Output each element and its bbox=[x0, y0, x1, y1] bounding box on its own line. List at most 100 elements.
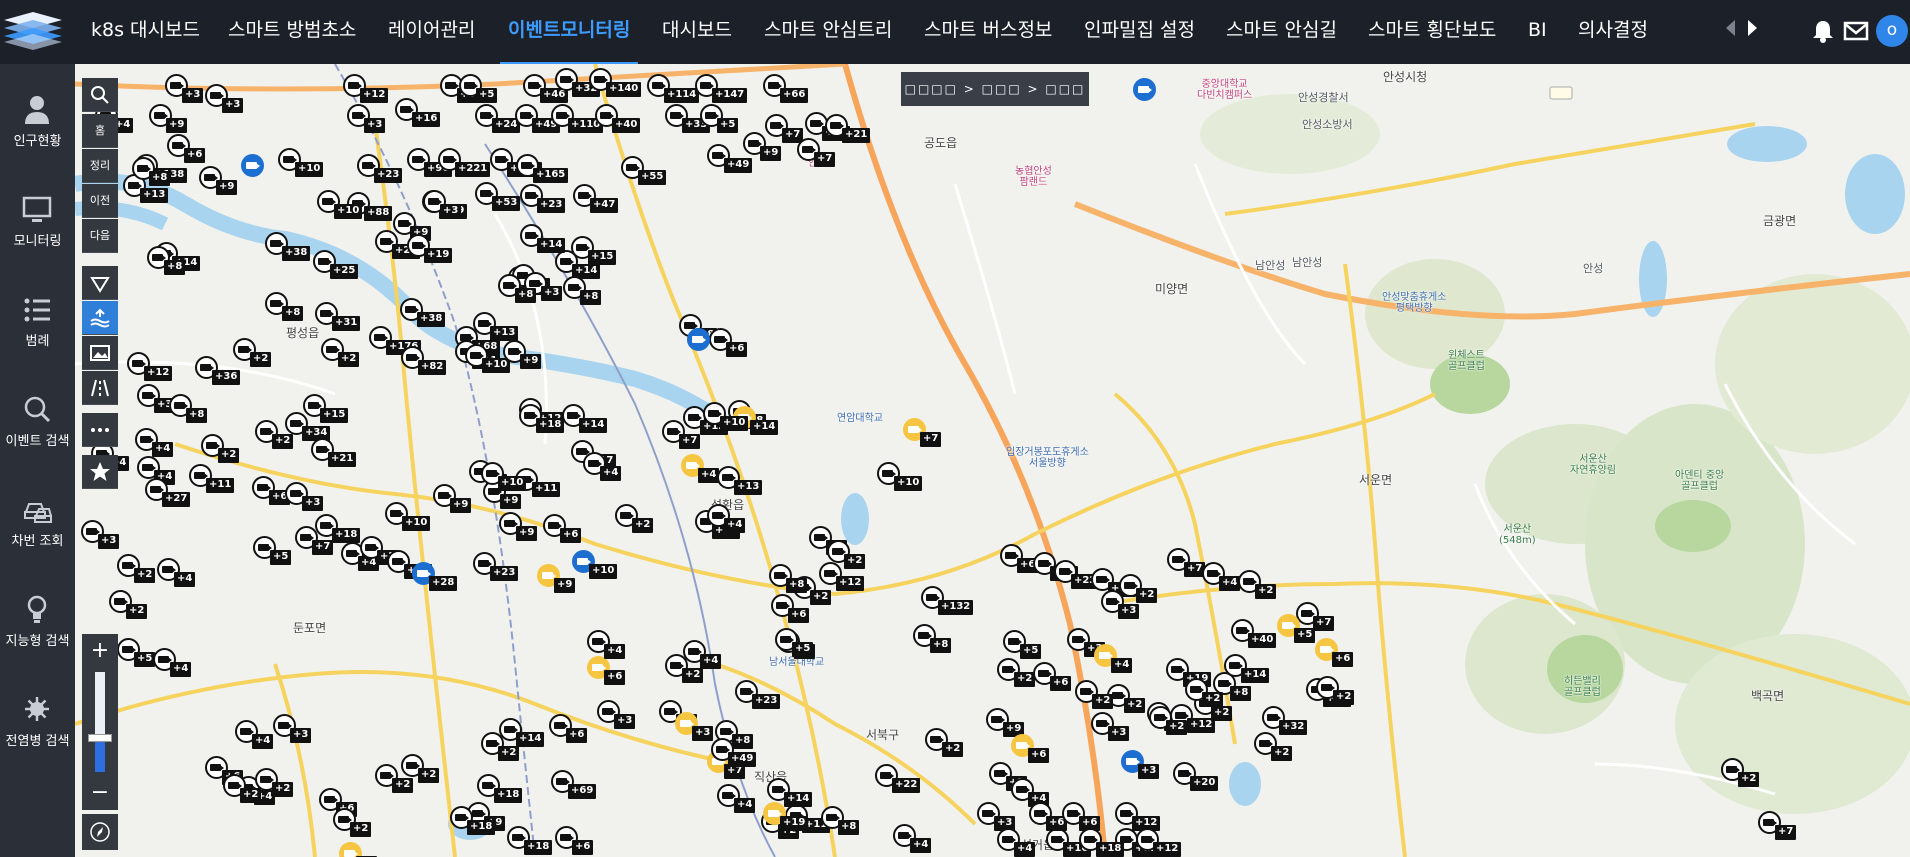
map-prev-button[interactable]: 이전 bbox=[82, 184, 118, 218]
nav-item[interactable]: 스마트 안심트리 bbox=[764, 18, 892, 42]
nav-item[interactable]: 스마트 방범초소 bbox=[228, 18, 356, 42]
layers-logo-icon[interactable] bbox=[0, 8, 66, 56]
map-more-tool[interactable] bbox=[82, 413, 118, 447]
map-home-button[interactable]: 홈 bbox=[82, 114, 118, 148]
nav-item[interactable]: 의사결정 bbox=[1578, 18, 1648, 42]
map-compass-button[interactable] bbox=[82, 814, 118, 850]
marker-count-badge: +6 bbox=[788, 608, 810, 623]
place-label: 중앙대학교 다빈치캠퍼스 bbox=[1197, 79, 1253, 101]
marker-count-badge: +114 bbox=[664, 88, 700, 103]
location-breadcrumb[interactable]: □□□□ > □□□ > □□□ bbox=[901, 72, 1089, 106]
marker-count-badge: +18 bbox=[332, 528, 361, 543]
marker-count-badge: +4 bbox=[698, 468, 720, 483]
marker-count-badge: +6 bbox=[572, 840, 594, 855]
marker-count-badge: +3 bbox=[302, 496, 324, 511]
zoom-in-button[interactable]: + bbox=[82, 634, 118, 668]
marker-count-badge: +16 bbox=[412, 112, 441, 127]
sidebar-item-monitoring[interactable]: 모니터링 bbox=[0, 180, 75, 270]
search-icon bbox=[24, 396, 51, 423]
sidebar-item-epidemic-search[interactable]: 전염병 검색 bbox=[0, 680, 75, 770]
marker-count-badge: +66 bbox=[780, 88, 809, 103]
marker-count-badge: +8 bbox=[930, 638, 952, 653]
marker-count-badge: +3 bbox=[290, 728, 312, 743]
map-arrange-button[interactable]: 정리 bbox=[82, 149, 118, 183]
marker-count-badge: +2 bbox=[250, 352, 272, 367]
marker-count-badge: +15 bbox=[588, 250, 617, 265]
nav-item[interactable]: BI bbox=[1528, 18, 1547, 42]
place-label: 윈체스트 골프클럽 bbox=[1448, 350, 1485, 372]
place-label: 연암대학교 bbox=[837, 413, 883, 424]
nav-item[interactable]: 스마트 버스정보 bbox=[924, 18, 1052, 42]
marker-count-badge: +6 bbox=[566, 728, 588, 743]
map-polygon-tool[interactable] bbox=[82, 266, 118, 300]
marker-count-badge: +3 bbox=[364, 118, 386, 133]
map-satellite-tool[interactable] bbox=[82, 336, 118, 370]
marker-count-badge: +3 bbox=[222, 98, 244, 113]
cctv-camera-marker[interactable] bbox=[241, 154, 264, 177]
marker-count-badge: +6 bbox=[1028, 748, 1050, 763]
marker-count-badge: +140 bbox=[606, 82, 642, 97]
marker-count-badge: +4 bbox=[252, 734, 274, 749]
nav-item[interactable]: 스마트 안심길 bbox=[1226, 18, 1337, 42]
marker-count-badge: +7 bbox=[814, 152, 836, 167]
marker-count-badge: +2 bbox=[844, 554, 866, 569]
mail-icon[interactable] bbox=[1842, 17, 1870, 45]
marker-count-badge: +14 bbox=[537, 238, 566, 253]
marker-count-badge: +10 bbox=[334, 204, 363, 219]
marker-count-badge: +23 bbox=[490, 566, 519, 581]
marker-count-badge: +2 bbox=[1271, 746, 1293, 761]
map-road-tool[interactable] bbox=[82, 371, 118, 405]
legend-list-icon bbox=[24, 298, 50, 322]
user-avatar[interactable]: o bbox=[1876, 15, 1908, 47]
map-next-button[interactable]: 다음 bbox=[82, 219, 118, 253]
nav-item[interactable]: k8s 대시보드 bbox=[91, 18, 200, 42]
marker-count-badge: +2 bbox=[218, 448, 240, 463]
nav-item[interactable]: 이벤트모니터링 bbox=[499, 18, 639, 66]
marker-count-badge: +5 bbox=[1020, 644, 1042, 659]
marker-count-badge: +2 bbox=[1092, 694, 1114, 709]
marker-count-badge: +4 bbox=[174, 572, 196, 587]
marker-count-badge: +55 bbox=[638, 170, 667, 185]
nav-scroll-right-icon[interactable] bbox=[1748, 20, 1757, 36]
cctv-camera-marker[interactable] bbox=[1133, 78, 1156, 101]
marker-count-badge: +9 bbox=[760, 146, 782, 161]
map-water-layer-tool[interactable] bbox=[82, 301, 118, 335]
zoom-out-button[interactable]: − bbox=[82, 776, 118, 810]
cctv-camera-marker[interactable] bbox=[687, 328, 710, 351]
marker-count-badge: +18 bbox=[536, 418, 565, 433]
nav-scroll-left-icon[interactable] bbox=[1726, 20, 1735, 36]
marker-count-badge: +38 bbox=[417, 312, 446, 327]
sidebar-item-event-search[interactable]: 이벤트 검색 bbox=[0, 380, 75, 470]
marker-count-badge: +18 bbox=[1096, 842, 1125, 857]
sidebar-item-plate-search[interactable]: 차번 조회 bbox=[0, 480, 75, 570]
sidebar-item-population[interactable]: 인구현황 bbox=[0, 80, 75, 170]
map-canvas[interactable]: 평성읍 둔포면 성환읍 직산읍 서북구 성거읍 공도읍 미양면 서운면 금광면 … bbox=[75, 64, 1910, 857]
nav-item[interactable]: 스마트 횡단보도 bbox=[1368, 18, 1496, 42]
map-favorites-tool[interactable] bbox=[82, 455, 118, 489]
nav-item[interactable]: 대시보드 bbox=[662, 18, 732, 42]
marker-count-badge: +11 bbox=[532, 482, 561, 497]
map-zoom-search-button[interactable] bbox=[82, 78, 118, 112]
marker-count-badge: +2 bbox=[682, 668, 704, 683]
marker-count-badge: +10 bbox=[402, 516, 431, 531]
nav-item[interactable]: 인파밀집 설정 bbox=[1084, 18, 1195, 42]
virus-icon bbox=[25, 697, 49, 721]
sidebar-item-intelligent-search[interactable]: 지능형 검색 bbox=[0, 580, 75, 670]
marker-count-badge: +27 bbox=[162, 492, 191, 507]
place-label: 안성 bbox=[1583, 262, 1604, 275]
marker-count-badge: +25 bbox=[330, 264, 359, 279]
marker-count-badge: +6 bbox=[1050, 676, 1072, 691]
bell-icon[interactable] bbox=[1809, 17, 1837, 45]
marker-count-badge: +23 bbox=[374, 168, 403, 183]
marker-count-badge: +3 bbox=[614, 714, 636, 729]
marker-count-badge: +18 bbox=[494, 788, 523, 803]
nav-item[interactable]: 레이어관리 bbox=[388, 18, 475, 42]
zoom-slider-handle[interactable] bbox=[88, 734, 112, 742]
marker-count-badge: +10 bbox=[295, 162, 324, 177]
sidebar-item-label: 차번 조회 bbox=[11, 534, 64, 549]
marker-count-badge: +14 bbox=[784, 792, 813, 807]
sidebar-item-legend[interactable]: 범례 bbox=[0, 280, 75, 370]
marker-count-badge: +4 bbox=[734, 798, 756, 813]
marker-count-badge: +12 bbox=[144, 366, 173, 381]
marker-count-badge: +5 bbox=[1294, 628, 1316, 643]
